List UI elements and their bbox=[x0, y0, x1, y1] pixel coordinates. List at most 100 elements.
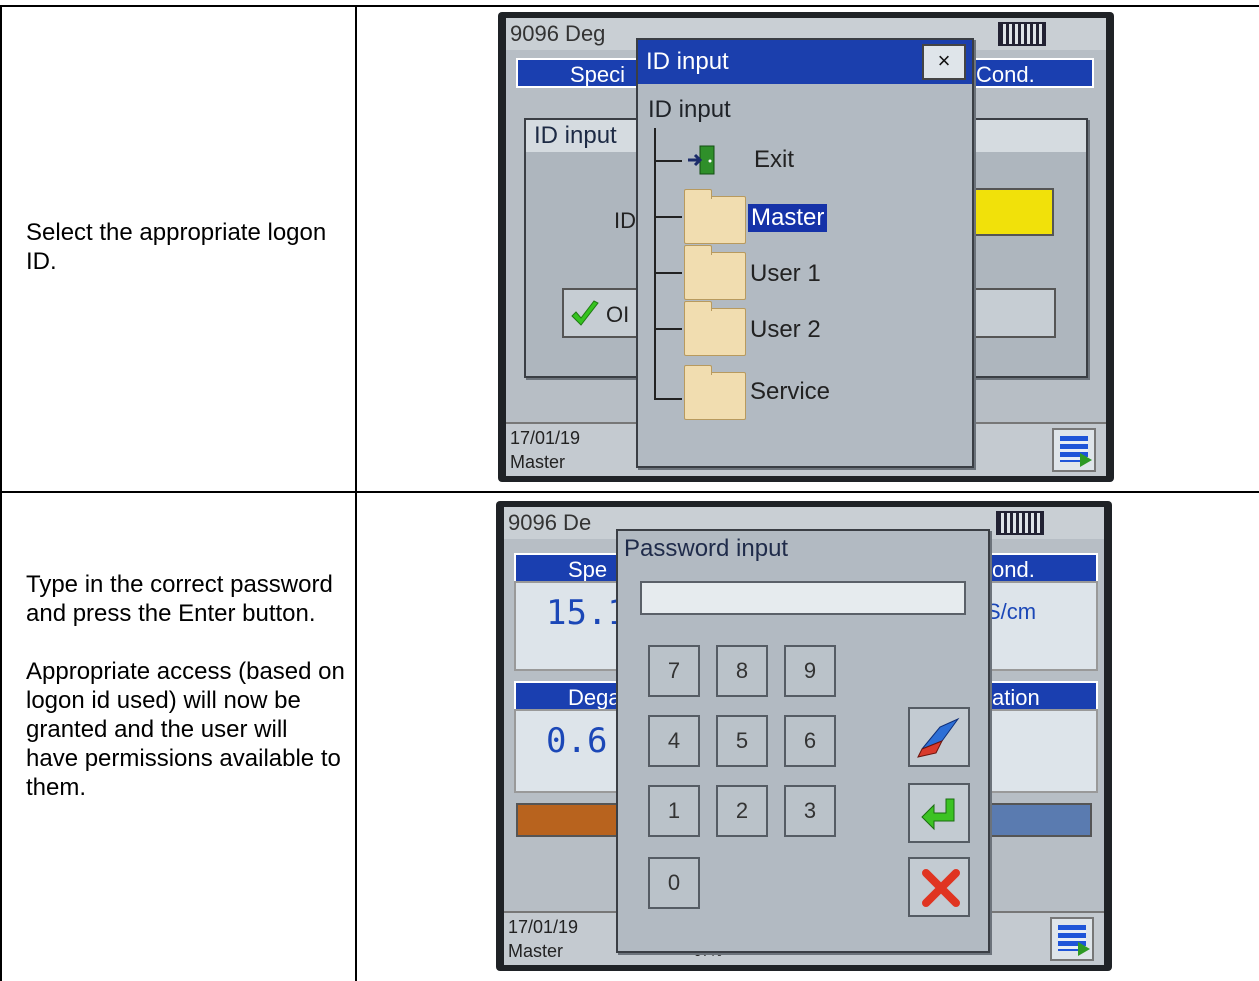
close-button[interactable]: × bbox=[922, 44, 966, 80]
key-3-label: 3 bbox=[803, 798, 817, 823]
folder-icon bbox=[684, 365, 746, 420]
key-6[interactable]: 6 bbox=[784, 715, 836, 767]
key-2[interactable]: 2 bbox=[716, 785, 768, 837]
key-4-label: 4 bbox=[667, 728, 681, 753]
id-dialog-title: ID input bbox=[646, 48, 729, 75]
key-3[interactable]: 3 bbox=[784, 785, 836, 837]
panel-header-right-2-label: ation bbox=[992, 685, 1040, 710]
row2-instruction-text-1: Type in the correct password and press t… bbox=[26, 571, 333, 627]
menu-button[interactable] bbox=[1050, 917, 1094, 961]
reading-value-2: 0.6 bbox=[546, 721, 608, 761]
panel-header-right-label: ond. bbox=[992, 557, 1035, 582]
key-4[interactable]: 4 bbox=[648, 715, 700, 767]
status-date: 17/01/19 bbox=[508, 917, 579, 937]
instruction-table: Select the appropriate logon ID. 9096 De… bbox=[0, 0, 1259, 981]
row2-instruction-text-2: Appropriate access (based on logon id us… bbox=[26, 658, 345, 801]
panel-header-left: Speci bbox=[516, 58, 646, 88]
device-title: 9096 Deg bbox=[510, 21, 606, 46]
panel-right-body: S/cm bbox=[980, 581, 1098, 671]
exit-door-icon bbox=[688, 145, 715, 175]
tree-item-user2-label: User 2 bbox=[750, 316, 821, 343]
tree-branch-master bbox=[654, 216, 682, 218]
tree-item-service[interactable]: Service bbox=[684, 360, 924, 422]
key-5[interactable]: 5 bbox=[716, 715, 768, 767]
panel-header-left-label: Speci bbox=[570, 62, 626, 87]
clear-button[interactable] bbox=[908, 707, 970, 767]
password-input-dialog: Password input 7 8 9 4 5 6 1 2 3 0 bbox=[616, 529, 990, 953]
table-border-top bbox=[0, 5, 1259, 7]
table-column-divider bbox=[355, 5, 357, 981]
enter-icon bbox=[921, 798, 955, 831]
battery-icon bbox=[998, 22, 1046, 46]
table-row-divider bbox=[0, 491, 1259, 493]
key-7[interactable]: 7 bbox=[648, 645, 700, 697]
panel-header-right-label: Cond. bbox=[976, 62, 1035, 87]
blue-bar bbox=[982, 803, 1092, 837]
status-user: Master bbox=[508, 941, 564, 961]
panel-header-right-2: ation bbox=[980, 681, 1098, 711]
arrow-right-icon bbox=[1080, 453, 1092, 467]
ok-button-label: OI bbox=[606, 302, 630, 327]
tree-branch-user1 bbox=[654, 272, 682, 274]
tree-item-user1-label: User 1 bbox=[750, 260, 821, 287]
row1-instruction-text: Select the appropriate logon ID. bbox=[26, 219, 327, 275]
tree-item-exit[interactable]: Exit bbox=[684, 140, 884, 180]
tree-root-label: ID input bbox=[648, 96, 731, 123]
key-1-label: 1 bbox=[667, 798, 681, 823]
key-1[interactable]: 1 bbox=[648, 785, 700, 837]
cancel-button[interactable] bbox=[908, 857, 970, 917]
id-value-field[interactable] bbox=[964, 188, 1054, 236]
row2-instructions: Type in the correct password and press t… bbox=[26, 570, 346, 831]
tree-item-user1[interactable]: User 1 bbox=[684, 245, 924, 300]
panel-header-right: ond. bbox=[980, 553, 1098, 583]
tree-item-master[interactable]: Master bbox=[684, 189, 924, 244]
reading-unit-right: S/cm bbox=[986, 599, 1037, 624]
password-field[interactable] bbox=[640, 581, 966, 615]
panel-header-right: Cond. bbox=[964, 58, 1094, 88]
key-6-label: 6 bbox=[803, 728, 817, 753]
lcd-display: 9096 De Spe 15.1 ond. S/cm Dega 0.6 atio… bbox=[504, 507, 1104, 965]
status-user: Master bbox=[510, 452, 566, 472]
key-8-label: 8 bbox=[735, 658, 749, 683]
row1-screen-photo: 9096 Deg Speci Cond. ID input ID OI 17/0… bbox=[498, 12, 1114, 482]
eraser-icon bbox=[917, 717, 960, 758]
lcd-display: 9096 Deg Speci Cond. ID input ID OI 17/0… bbox=[506, 18, 1106, 476]
cancel-x-icon bbox=[922, 869, 960, 907]
id-input-dialog: ID input × ID input Exit Master User 1 U… bbox=[636, 38, 974, 468]
key-9[interactable]: 9 bbox=[784, 645, 836, 697]
close-icon: × bbox=[937, 48, 951, 73]
key-9-label: 9 bbox=[803, 658, 817, 683]
key-7-label: 7 bbox=[667, 658, 681, 683]
tree-item-exit-label: Exit bbox=[754, 146, 795, 173]
key-8[interactable]: 8 bbox=[716, 645, 768, 697]
enter-button[interactable] bbox=[908, 783, 970, 843]
tree-branch-service bbox=[654, 398, 682, 400]
folder-icon bbox=[684, 245, 746, 300]
key-5-label: 5 bbox=[735, 728, 749, 753]
row2-screen-photo: 9096 De Spe 15.1 ond. S/cm Dega 0.6 atio… bbox=[496, 501, 1112, 971]
row1-instructions: Select the appropriate logon ID. bbox=[26, 218, 346, 305]
arrow-right-icon bbox=[1078, 942, 1090, 956]
panel-header-left-label: Spe bbox=[568, 557, 608, 582]
background-dialog-title: ID input bbox=[534, 122, 617, 149]
panel-right-body-2 bbox=[980, 709, 1098, 793]
tree-branch-user2 bbox=[654, 328, 682, 330]
cancel-button-bg[interactable] bbox=[964, 288, 1056, 338]
device-title: 9096 De bbox=[508, 510, 592, 535]
check-icon bbox=[571, 300, 599, 326]
tree-branch-exit bbox=[654, 160, 682, 162]
key-2-label: 2 bbox=[735, 798, 749, 823]
tree-item-master-label: Master bbox=[748, 204, 828, 232]
folder-icon bbox=[684, 301, 746, 356]
folder-icon bbox=[684, 189, 746, 244]
tree-trunk bbox=[654, 128, 656, 400]
orange-bar bbox=[516, 803, 626, 837]
table-border-left bbox=[0, 5, 2, 981]
key-0[interactable]: 0 bbox=[648, 857, 700, 909]
password-dialog-title: Password input bbox=[624, 535, 789, 562]
id-field-label: ID bbox=[614, 208, 636, 233]
panel-header-left-2-label: Dega bbox=[568, 685, 621, 710]
menu-button[interactable] bbox=[1052, 428, 1096, 472]
tree-item-service-label: Service bbox=[750, 378, 831, 405]
tree-item-user2[interactable]: User 2 bbox=[684, 301, 924, 356]
